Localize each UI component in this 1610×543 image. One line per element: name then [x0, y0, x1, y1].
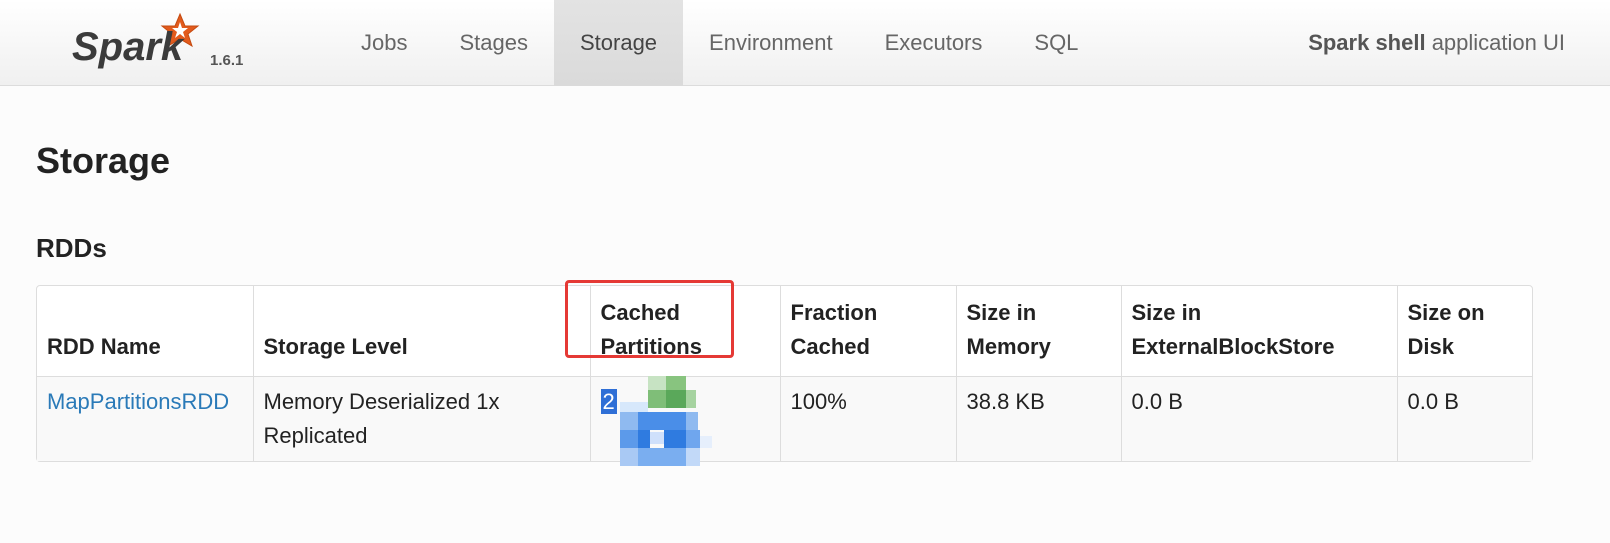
spark-logo-text: Spark — [72, 25, 185, 69]
tab-storage[interactable]: Storage — [553, 0, 684, 86]
cell-size-in-memory: 38.8 KB — [955, 376, 1121, 461]
header-size-on-disk[interactable]: Size on Disk — [1396, 286, 1532, 377]
app-title: Spark shell application UI — [1308, 0, 1565, 86]
cell-rdd-name: MapPartitionsRDD — [37, 376, 253, 461]
header-fraction-cached-line1: Fraction — [790, 300, 878, 325]
tab-executors[interactable]: Executors — [859, 0, 1009, 86]
cell-size-external: 0.0 B — [1120, 376, 1397, 461]
header-size-external[interactable]: Size in ExternalBlockStore — [1120, 286, 1397, 377]
top-navbar: Spark 1.6.1 Jobs Stages Storage Environm… — [0, 0, 1610, 86]
spark-logo-icon: Spark — [72, 12, 200, 69]
pixelated-cursor-artifact — [620, 376, 712, 466]
tab-stages[interactable]: Stages — [433, 0, 554, 86]
header-fraction-cached-line2: Cached — [790, 334, 870, 359]
storage-level-line2: Replicated — [263, 423, 368, 448]
version-label: 1.6.1 — [210, 52, 244, 69]
nav-tabs: Jobs Stages Storage Environment Executor… — [335, 0, 1104, 86]
app-title-suffix: application UI — [1425, 30, 1565, 55]
tab-sql[interactable]: SQL — [1008, 0, 1104, 86]
header-rdd-name[interactable]: RDD Name — [37, 286, 253, 377]
cell-size-on-disk: 0.0 B — [1396, 376, 1532, 461]
cell-fraction-cached: 100% — [779, 376, 956, 461]
header-storage-level-label: Storage Level — [263, 334, 408, 359]
header-storage-level[interactable]: Storage Level — [252, 286, 590, 377]
rdd-table: RDD Name Storage Level Cached Partitions… — [37, 286, 1532, 461]
storage-level-line1: Memory Deserialized 1x — [263, 389, 500, 414]
page-title: Storage — [36, 140, 171, 181]
header-size-in-memory-line1: Size in — [966, 300, 1037, 325]
tab-jobs[interactable]: Jobs — [335, 0, 433, 86]
header-size-external-line1: Size in — [1131, 300, 1202, 325]
header-size-in-memory-line2: Memory — [966, 334, 1051, 359]
header-rdd-name-label: RDD Name — [47, 334, 161, 359]
header-size-on-disk-line1: Size on — [1407, 300, 1485, 325]
header-size-in-memory[interactable]: Size in Memory — [955, 286, 1121, 377]
tab-environment[interactable]: Environment — [683, 0, 859, 86]
rdd-table-container: RDD Name Storage Level Cached Partitions… — [36, 285, 1533, 462]
header-size-on-disk-line2: Disk — [1407, 334, 1454, 359]
app-title-name: Spark shell — [1308, 30, 1426, 55]
header-fraction-cached[interactable]: Fraction Cached — [779, 286, 956, 377]
header-size-external-line2: ExternalBlockStore — [1131, 334, 1335, 359]
section-title-rdds: RDDs — [36, 233, 107, 263]
table-row: MapPartitionsRDD Memory Deserialized 1x … — [37, 376, 1532, 461]
annotation-highlight-box — [565, 280, 734, 358]
table-header-row: RDD Name Storage Level Cached Partitions… — [37, 286, 1532, 377]
cached-partitions-value: 2 — [600, 389, 617, 414]
cell-storage-level: Memory Deserialized 1x Replicated — [252, 376, 590, 461]
spark-brand[interactable]: Spark 1.6.1 — [72, 12, 262, 76]
rdd-name-link[interactable]: MapPartitionsRDD — [47, 389, 229, 414]
